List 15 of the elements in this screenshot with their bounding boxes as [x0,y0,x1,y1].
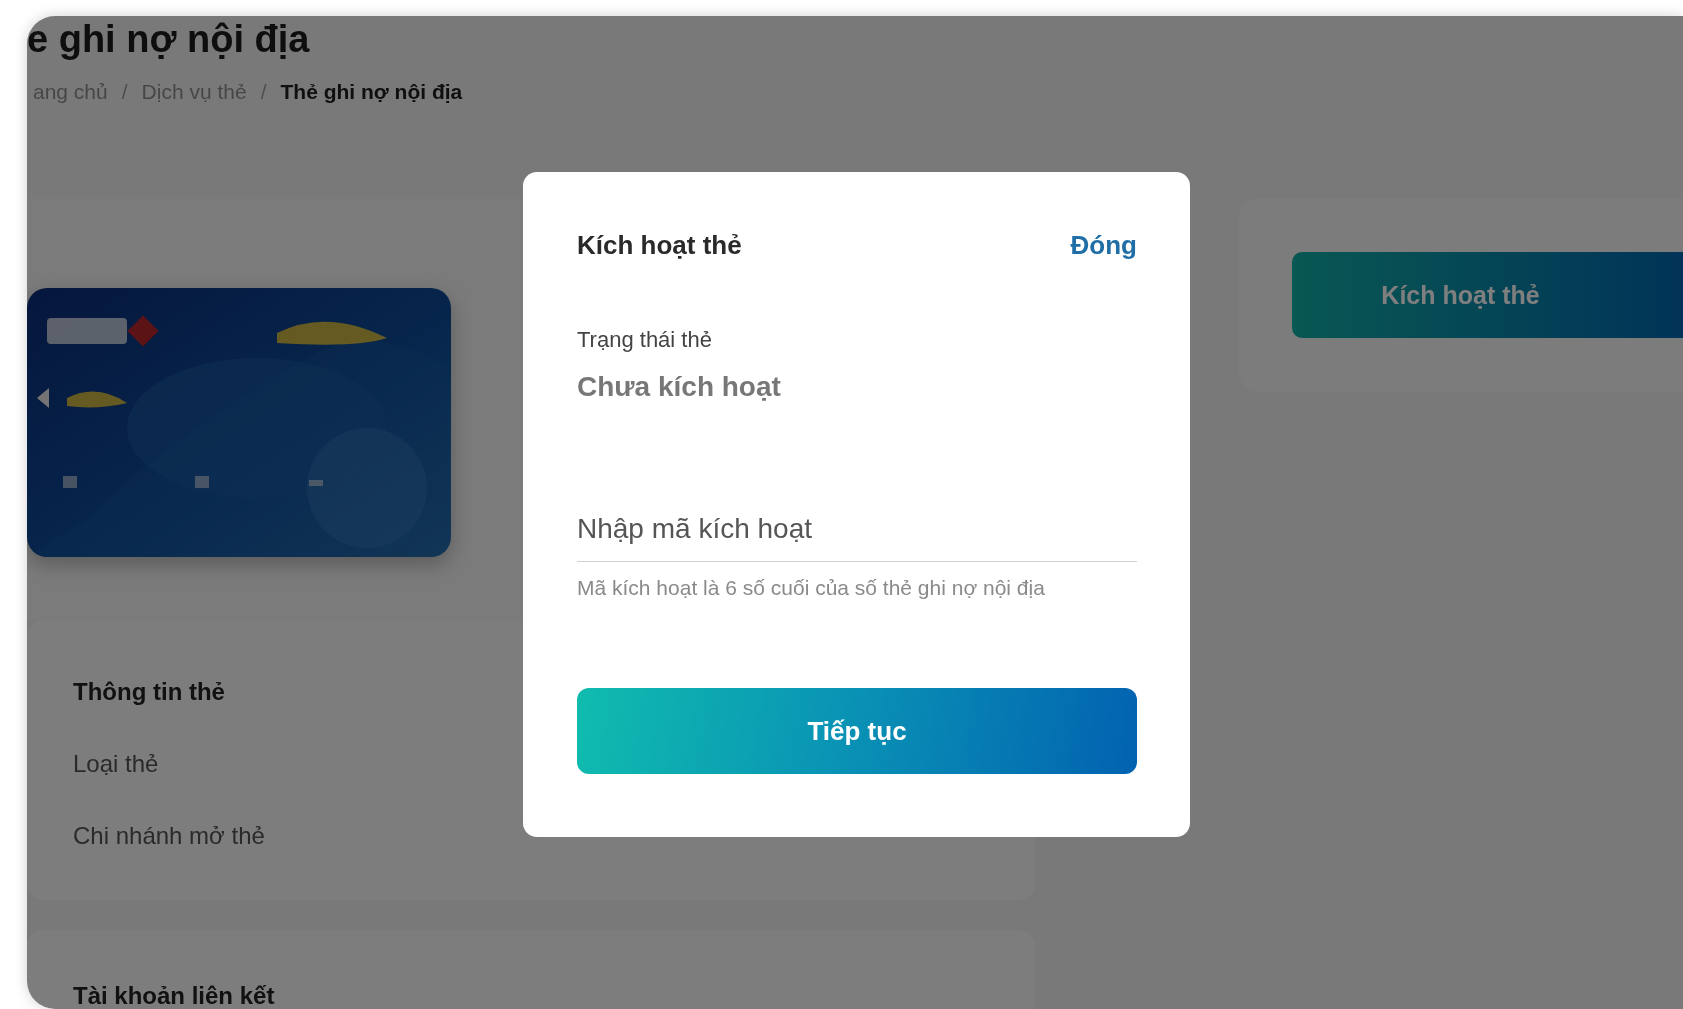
section-title: Thông tin thẻ [73,678,225,706]
continue-button[interactable]: Tiếp tục [577,688,1137,774]
breadcrumb-separator: / [121,80,128,104]
breadcrumb-separator: / [260,80,267,104]
close-link[interactable]: Đóng [1070,230,1137,261]
activate-card-button[interactable]: Kích hoạt thẻ [1292,252,1683,338]
page-title: e ghi nợ nội địa [27,17,311,62]
status-label: Trạng thái thẻ [577,327,713,353]
breadcrumb-link[interactable]: Thẻ ghi nợ nội địa [280,80,463,104]
section-title: Tài khoản liên kết [73,982,276,1009]
info-label: Loại thẻ [73,750,159,778]
status-value: Chưa kích hoạt [577,371,782,403]
info-label: Chi nhánh mở thẻ [73,822,265,850]
field-hint: Mã kích hoạt là 6 số cuối của số thẻ ghi nợ nội địa [577,576,1046,600]
dialog-title: Kích hoạt thẻ [577,230,742,261]
